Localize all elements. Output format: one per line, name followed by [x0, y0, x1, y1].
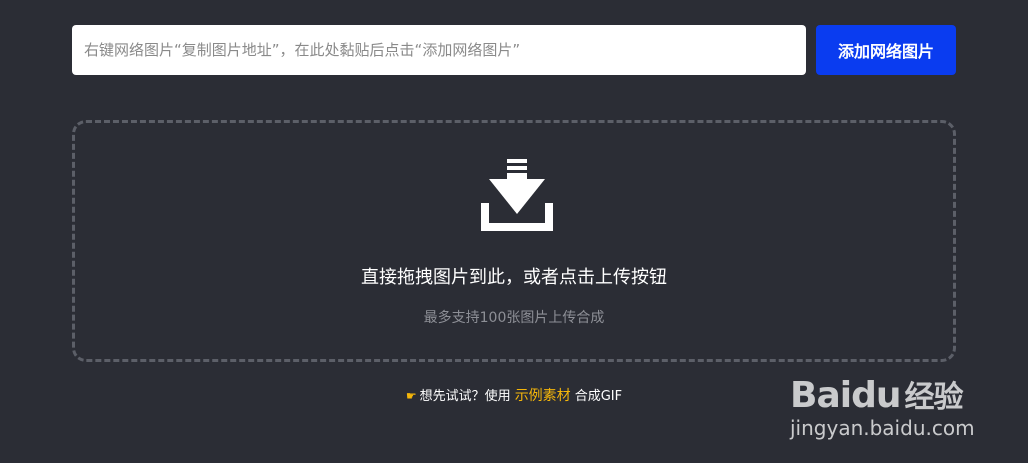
- add-web-image-button[interactable]: 添加网络图片: [816, 25, 956, 75]
- upload-dropzone[interactable]: 直接拖拽图片到此，或者点击上传按钮 最多支持100张图片上传合成: [72, 120, 956, 362]
- watermark-brand-du: du: [851, 375, 901, 416]
- image-url-input[interactable]: [72, 25, 806, 75]
- watermark-brand: Baidu 经验: [790, 372, 963, 416]
- dropzone-subtitle: 最多支持100张图片上传合成: [423, 310, 605, 326]
- watermark-url: jingyan.baidu.com: [790, 416, 975, 440]
- gif-upload-page: 添加网络图片 直接拖拽图片到此，或者点击上传按钮 最多支持100张图片上传合成 …: [0, 0, 1028, 463]
- try-prefix: 想先试试？使用: [419, 389, 511, 404]
- pointing-hand-icon: ☛: [405, 389, 417, 403]
- watermark-brand-cn: 经验: [904, 380, 963, 415]
- try-suffix: 合成GIF: [574, 389, 623, 404]
- baidu-jingyan-watermark: Baidu 经验 jingyan.baidu.com: [780, 352, 1020, 452]
- dropzone-title: 直接拖拽图片到此，或者点击上传按钮: [361, 267, 667, 288]
- sample-material-link[interactable]: 示例素材: [515, 388, 571, 404]
- watermark-brand-bai: Bai: [790, 375, 852, 416]
- download-tray-icon: [481, 159, 553, 231]
